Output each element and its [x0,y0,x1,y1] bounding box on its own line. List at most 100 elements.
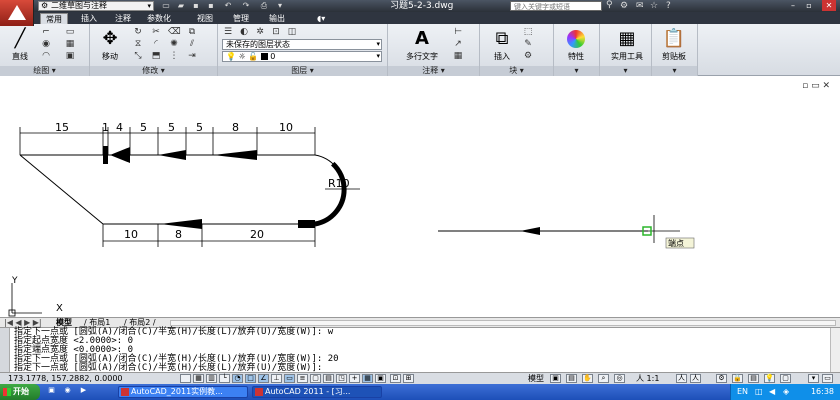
layer-on-icon[interactable]: ◐ [238,27,250,38]
fullscreen-icon[interactable]: ▭ [822,374,833,383]
drawing-canvas[interactable]: ▫ ▭ ✕ 15 1 4 5 5 5 8 10 10 8 20 R10 端点 Y… [0,77,840,317]
security-icon[interactable]: ◈ [783,387,789,396]
layer-properties-icon[interactable]: ☰ [222,27,234,38]
lock-icon[interactable]: 🔒 [732,374,743,383]
save-file-icon[interactable]: ▪ [190,1,202,11]
tab-manage[interactable]: 管理 [228,13,254,24]
command-window-grip[interactable] [0,328,10,373]
rotate-icon[interactable]: ↻ [132,27,144,38]
insert-button[interactable]: ⧉ 插入 [484,26,520,64]
isolate-objects-icon[interactable]: 💡 [764,374,775,383]
trim-icon[interactable]: ✂ [150,27,162,38]
stretch-icon[interactable]: ⤡ [132,51,144,62]
edit-block-icon[interactable]: ✎ [522,39,534,50]
zoom-icon[interactable]: ⌕ [598,374,609,383]
block-panel-title[interactable]: 块 ▾ [480,66,553,76]
taskbar-item-active[interactable]: AutoCAD 2011 - [习... [252,386,382,398]
layer-freeze-icon[interactable]: ✲ [254,27,266,38]
command-window[interactable]: 指定下一点或 [圆弧(A)/闭合(C)/半宽(H)/长度(L)/放弃(U)/宽度… [0,327,840,373]
layers-panel-title[interactable]: 图层 ▾ [218,66,387,76]
scale-icon[interactable]: ⬒ [150,51,162,62]
clipboard-panel-title[interactable]: ▾ [652,66,697,76]
lineweight-toggle[interactable]: ≡ [297,374,308,383]
tab-parametric[interactable]: 参数化 [142,13,176,24]
restore-button[interactable]: ▫ [802,0,816,11]
mtext-button[interactable]: A 多行文字 [398,26,446,64]
grid-toggle[interactable]: ▣ [375,374,386,383]
quick-access-dropdown-icon[interactable]: ▾ [274,1,286,11]
hatch-icon[interactable]: ▦ [64,39,76,50]
create-block-icon[interactable]: ⬚ [522,27,534,38]
undo-icon[interactable]: ↶ [222,1,234,11]
communication-center-icon[interactable]: ✉ [636,0,644,12]
quick-properties-toggle[interactable]: ▤ [323,374,334,383]
volume-icon[interactable]: ◀ [769,387,775,396]
snap-mode-toggle[interactable]: ▦ [193,374,204,383]
circle-icon[interactable]: ◉ [40,39,52,50]
dimension-icon[interactable]: ⊢ [452,27,464,38]
annotation-monitor-toggle[interactable]: + [349,374,360,383]
start-button[interactable]: 开始 [0,384,40,400]
tab-output[interactable]: 输出 [264,13,290,24]
clipboard-button[interactable]: 📋 剪贴板 [656,26,692,64]
selection-cycling-toggle[interactable]: ◳ [336,374,347,383]
pan-icon[interactable]: ✋ [582,374,593,383]
modify-panel-title[interactable]: 修改 ▾ [90,66,217,76]
help-icon[interactable]: ? [666,0,671,12]
grid-display-toggle[interactable]: ▥ [206,374,217,383]
tab-view[interactable]: 视图 [192,13,218,24]
tab-insert[interactable]: 插入 [76,13,102,24]
utilities-button[interactable]: ▦ 实用工具 [606,26,648,64]
media-player-icon[interactable]: ▶ [78,387,89,396]
fillet-icon[interactable]: ◜ [150,39,162,50]
plot-icon[interactable]: ⎙ [258,1,270,11]
status-menu-icon[interactable]: ▾ [808,374,819,383]
draw-panel-title[interactable]: 绘图 ▾ [0,66,89,76]
binoculars-icon[interactable]: ⚲ [606,0,613,10]
language-bar-icon[interactable]: EN [737,387,748,396]
arc-icon[interactable]: ◠ [40,51,52,62]
object-snap-tracking-toggle[interactable]: ∠ [258,374,269,383]
extend-icon[interactable]: ⇥ [186,51,198,62]
object-snap-toggle[interactable]: □ [245,374,256,383]
network-icon[interactable]: ◫ [755,387,763,396]
info-icon[interactable]: ⚙ [620,0,628,12]
properties-button[interactable]: 特性 [558,26,594,64]
layer-lock-icon[interactable]: ⊡ [270,27,282,38]
leader-icon[interactable]: ↗ [452,39,464,50]
rectangle-icon[interactable]: ▭ [64,27,76,38]
favorites-icon[interactable]: ☆ [650,0,658,12]
steering-wheel-icon[interactable]: ◎ [614,374,625,383]
properties-panel-title[interactable]: ▾ [554,66,599,76]
ribbon-toggle-icon[interactable]: ◖▾ [312,13,330,24]
polar-tracking-toggle[interactable]: ◔ [232,374,243,383]
transparency-toggle[interactable]: ▢ [310,374,321,383]
array-icon[interactable]: ⋮ [168,51,180,62]
annotation-panel-title[interactable]: 注释 ▾ [388,66,479,76]
line-button[interactable]: ╱ 直线 [2,26,38,64]
layer-state-select[interactable]: 未保存的图层状态 ▾ [222,39,382,50]
tab-home[interactable]: 常用 [40,13,68,24]
application-menu-button[interactable] [0,0,34,26]
polyline-icon[interactable]: ⌐ [40,27,52,38]
taskbar-item[interactable]: AutoCAD_2011实例教... [118,386,248,398]
show-desktop-icon[interactable]: ▣ [46,387,57,396]
minimize-button[interactable]: – [786,0,800,11]
table-icon[interactable]: ▦ [452,51,464,62]
utilities-panel-title[interactable]: ▾ [600,66,651,76]
erase-icon[interactable]: ⌫ [168,27,181,38]
search-input[interactable]: 键入关键字或短语 [510,1,602,11]
quick-view-layouts-icon[interactable]: ▣ [550,374,561,383]
browser-icon[interactable]: ◉ [62,387,73,396]
offset-icon[interactable]: ⫽ [186,39,198,50]
redo-icon[interactable]: ↷ [240,1,252,11]
dynamic-input-toggle[interactable]: ▭ [284,374,295,383]
open-file-icon[interactable]: ▰ [175,1,187,11]
polyline-outline[interactable] [19,154,345,225]
move-button[interactable]: ✥ 移动 [92,26,128,64]
taskbar-clock[interactable]: 16:38 [811,384,834,400]
hardware-acceleration-icon[interactable]: ▤ [748,374,759,383]
copy-icon[interactable]: ⧉ [186,27,198,38]
mirror-icon[interactable]: ⧖ [132,39,144,50]
auto-scale-icon[interactable]: 人 [690,374,701,383]
